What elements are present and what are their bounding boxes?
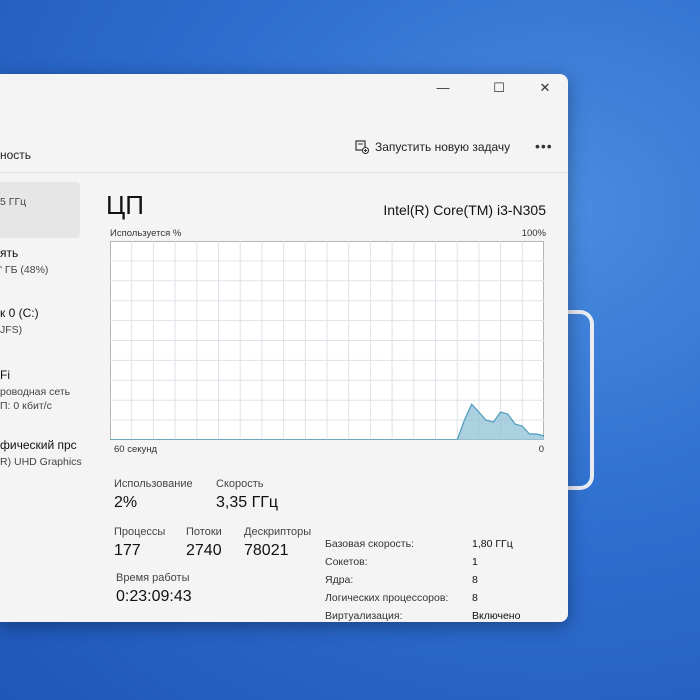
run-task-icon [355,140,369,154]
handles-label: Дескрипторы [244,526,312,538]
detail-label: Ядра: [325,574,354,586]
speed-label: Скорость [216,478,264,490]
detail-label: Виртуализация: [325,610,403,622]
page-heading: ность [0,148,32,162]
sidebar-item-subtitle: R) UHD Graphics [0,456,82,468]
speed-stat: Скорость 3,35 ГГц [216,478,278,512]
usage-value: 2% [114,494,138,511]
axis-left-label: 60 секунд [114,444,158,455]
threads-label: Потоки [186,526,222,538]
detail-label: Базовая скорость: [325,538,414,550]
sidebar-item-title: к 0 (C:) [0,306,39,320]
sidebar-item-gpu[interactable]: фический прс R) UHD Graphics [0,438,82,468]
handles-value: 78021 [244,542,289,559]
uptime-label: Время работы [116,572,190,584]
handles-stat: Дескрипторы 78021 [244,526,311,560]
cpu-usage-graph [110,241,544,440]
detail-value: 8 [472,574,478,586]
speed-value: 3,35 ГГц [216,494,279,511]
utilization-max-label: 100% [521,228,546,239]
usage-stat: Использование 2% [114,478,193,512]
processes-stat: Процессы 177 [114,526,165,560]
sidebar-item-title [0,182,80,188]
sidebar-item-disk[interactable]: к 0 (C:) JFS) [0,306,80,336]
graph-grid [110,241,544,440]
detail-label: Логических процессоров: [325,592,449,604]
page-title: ЦП [106,190,144,220]
sidebar: 5 ГГц ять ' ГБ (48%) к 0 (C:) JFS) Fi ро… [0,182,82,482]
threads-stat: Потоки 2740 [186,526,222,560]
title-bar[interactable]: — ☐ ✕ [0,74,568,102]
sidebar-item-subtitle: П: 0 кбит/с [0,400,52,412]
sidebar-item-subtitle: роводная сеть [0,386,71,398]
sidebar-item-subtitle: ' ГБ (48%) [0,264,49,276]
utilization-label: Используется % [110,228,182,239]
detail-value: 8 [472,592,478,604]
run-task-button[interactable]: Запустить новую задачу [355,140,510,154]
detail-value: Включено [472,610,521,622]
detail-value: 1,80 ГГц [472,538,513,550]
uptime-value: 0:23:09:43 [116,588,192,605]
task-manager-window: — ☐ ✕ ность Запустить новую задачу ••• 5… [0,74,568,622]
more-options-button[interactable]: ••• [535,138,553,154]
toolbar-divider [0,172,568,173]
usage-label: Использование [114,478,193,490]
sidebar-item-cpu[interactable]: 5 ГГц [0,182,80,238]
detail-value: 1 [472,556,478,568]
run-task-label: Запустить новую задачу [375,140,511,154]
cpu-model: Intel(R) Core(TM) i3-N305 [383,202,546,218]
sidebar-item-title: Fi [0,368,10,382]
sidebar-item-subtitle: 5 ГГц [0,196,27,208]
close-button[interactable]: ✕ [530,78,560,98]
minimize-button[interactable]: — [428,78,458,98]
threads-value: 2740 [186,542,222,559]
processes-label: Процессы [114,526,166,538]
axis-right-label: 0 [538,444,544,455]
uptime-stat: Время работы 0:23:09:43 [116,572,192,606]
cpu-panel: ЦП Intel(R) Core(TM) i3-N305 Используетс… [100,182,550,622]
sidebar-item-wifi[interactable]: Fi роводная сеть П: 0 кбит/с [0,368,80,412]
sidebar-item-memory[interactable]: ять ' ГБ (48%) [0,246,80,276]
sidebar-item-title: ять [0,246,19,260]
maximize-button[interactable]: ☐ [484,78,514,98]
processes-value: 177 [114,542,141,559]
detail-label: Сокетов: [325,556,368,568]
sidebar-item-title: фический прс [0,438,77,452]
sidebar-item-subtitle: JFS) [0,324,23,336]
